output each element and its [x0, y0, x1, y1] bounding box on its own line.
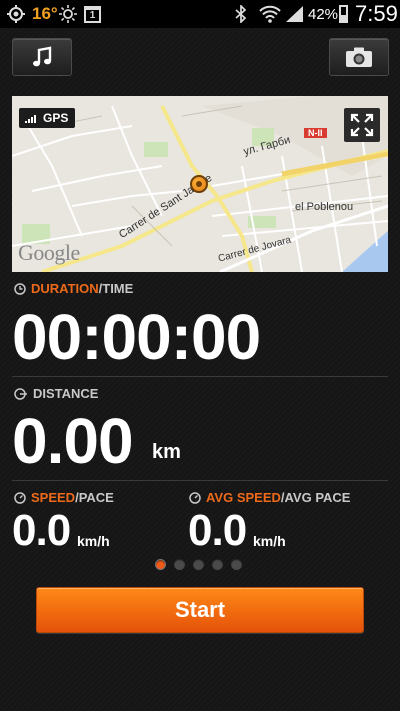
signal-icon: [285, 0, 305, 28]
distance-label-text: DISTANCE: [33, 386, 99, 401]
avg-speed-label: AVG SPEED/AVG PACE: [189, 490, 350, 505]
speed-label-secondary: /PACE: [75, 490, 114, 505]
expand-icon: [350, 113, 374, 137]
page-dot[interactable]: [212, 559, 223, 570]
distance-value: 0.00: [12, 405, 134, 477]
district-label: el Poblenou: [295, 201, 354, 213]
battery-icon: [339, 0, 348, 28]
duration-label-primary: DURATION: [31, 281, 99, 296]
gps-label: GPS: [43, 111, 69, 125]
google-logo: Google: [18, 240, 80, 265]
music-note-icon: [33, 46, 52, 67]
status-bar: 16° 1 42% 7:59: [0, 0, 400, 28]
speed-value: 0.0: [12, 506, 71, 555]
speedometer-icon: [14, 491, 26, 504]
avg-speed-value: 0.0: [188, 506, 247, 555]
avg-speed-label-secondary: /AVG PACE: [280, 490, 351, 505]
clock-time: 7:59: [355, 1, 398, 26]
fullscreen-map-button[interactable]: [344, 108, 380, 142]
notification-count: 1: [84, 5, 101, 23]
location-icon: [6, 0, 26, 28]
start-button[interactable]: Start: [36, 587, 364, 633]
page-dot[interactable]: [193, 559, 204, 570]
camera-icon: [346, 47, 372, 67]
top-bar: [0, 28, 400, 86]
music-button[interactable]: [12, 38, 72, 76]
duration-value: 00:00:00: [12, 301, 261, 373]
distance-icon: [14, 387, 27, 400]
page-dot[interactable]: [155, 559, 166, 570]
clock-icon: [14, 282, 26, 295]
battery-percentage: 42%: [308, 5, 339, 23]
bluetooth-icon: [235, 0, 247, 28]
sun-icon: [58, 0, 78, 28]
camera-button[interactable]: [329, 38, 389, 76]
map-view[interactable]: N-II ул. Гарби Carrer de Sant Jaume el P…: [12, 96, 388, 272]
duration-label: DURATION/TIME: [14, 281, 133, 296]
page-dot[interactable]: [174, 559, 185, 570]
gps-status: GPS: [19, 108, 76, 128]
speed-label-primary: SPEED: [31, 490, 76, 505]
duration-label-secondary: /TIME: [98, 281, 134, 296]
location-marker: [190, 175, 208, 193]
divider: [12, 376, 388, 377]
avg-speed-unit: km/h: [253, 533, 286, 549]
page-indicator: [155, 559, 242, 570]
page-dot[interactable]: [231, 559, 242, 570]
road-badge: N-II: [304, 128, 327, 138]
calendar-icon: 1: [84, 0, 101, 28]
gps-signal-icon: [25, 115, 36, 123]
distance-unit: km: [152, 441, 181, 463]
speed-label: SPEED/PACE: [14, 490, 114, 505]
wifi-icon: [258, 0, 282, 28]
distance-label: DISTANCE: [14, 386, 98, 401]
weather-temperature: 16°: [32, 4, 58, 23]
avg-speed-label-primary: AVG SPEED: [206, 490, 281, 505]
speedometer-icon: [189, 491, 201, 504]
speed-unit: km/h: [77, 533, 110, 549]
divider: [12, 480, 388, 481]
